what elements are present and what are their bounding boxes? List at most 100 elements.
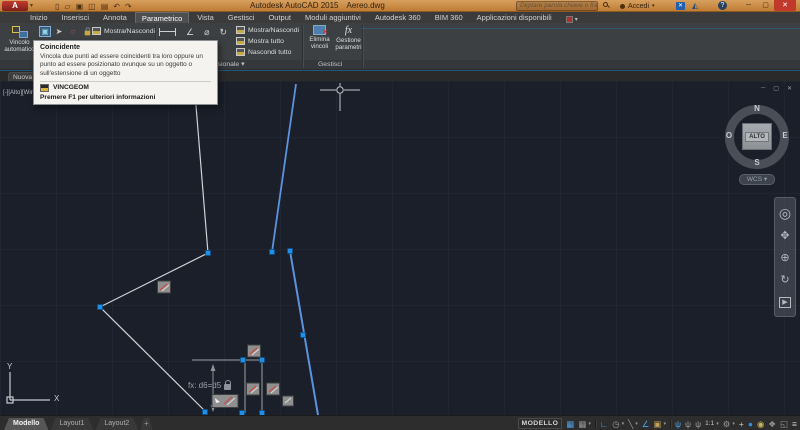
radius-constraint-button[interactable]: ↻ bbox=[220, 28, 228, 37]
tab-moduli-aggiuntivi[interactable]: Moduli aggiuntivi bbox=[299, 12, 367, 23]
tab-parametrico[interactable]: Parametrico bbox=[134, 12, 190, 23]
tooltip-command-row: VINCGEOM bbox=[40, 83, 211, 92]
parallel-constraint-badge[interactable] bbox=[157, 280, 171, 294]
annotation-monitor-icon[interactable]: + bbox=[739, 417, 744, 430]
close-button[interactable]: ✕ bbox=[774, 0, 796, 11]
dim-show-all-button[interactable]: Mostra tutto bbox=[236, 36, 299, 46]
doc-close-icon[interactable]: ✕ bbox=[787, 85, 792, 92]
exchange-apps-icon[interactable]: ✕ bbox=[676, 2, 685, 10]
app-logo[interactable]: A bbox=[2, 1, 28, 11]
polar-tracking-icon[interactable]: ◷ bbox=[612, 417, 619, 430]
grid-icon[interactable]: ▦ bbox=[566, 417, 574, 430]
performance-recorder-icon[interactable]: ▾ bbox=[560, 16, 578, 23]
sign-in-button[interactable]: Accedi ▾ bbox=[620, 0, 655, 12]
minimize-button[interactable]: ─ bbox=[740, 0, 757, 11]
clean-screen-icon[interactable]: ◱ bbox=[780, 417, 788, 430]
tab-autodesk-360[interactable]: Autodesk 360 bbox=[369, 12, 427, 23]
ortho-icon[interactable]: ∟ bbox=[600, 417, 608, 430]
hardware-acceleration-icon[interactable]: ● bbox=[748, 417, 753, 430]
graphics-performance-icon[interactable]: ❖ bbox=[768, 417, 776, 430]
annotation-scale-icon[interactable]: ψ bbox=[695, 417, 701, 430]
dim-show-hide-button[interactable]: Mostra/Nascondi bbox=[236, 25, 299, 35]
search-icon[interactable] bbox=[603, 2, 610, 9]
model-space-button[interactable]: MODELLO bbox=[517, 418, 563, 429]
document-name: Aereo.dwg bbox=[346, 1, 385, 10]
coincident-constraint-button[interactable]: ▣ bbox=[39, 26, 51, 37]
tab-gestisci[interactable]: Gestisci bbox=[222, 12, 261, 23]
panel-separator bbox=[362, 25, 363, 68]
orbit-icon[interactable]: ↻ bbox=[780, 274, 789, 286]
doc-restore-icon[interactable]: ▢ bbox=[773, 85, 779, 92]
tab-bim-360[interactable]: BIM 360 bbox=[429, 12, 469, 23]
constraint-badge-group[interactable] bbox=[211, 394, 239, 408]
snap-icon[interactable]: ▦ bbox=[578, 417, 586, 430]
tab-output[interactable]: Output bbox=[262, 12, 297, 23]
tab-inserisci[interactable]: Inserisci bbox=[56, 12, 96, 23]
showmotion-icon[interactable]: ▶ bbox=[779, 296, 791, 308]
doc-minimize-icon[interactable]: ─ bbox=[761, 85, 765, 92]
tab-layout2[interactable]: Layout2 bbox=[95, 418, 138, 430]
dimensional-display-buttons: Mostra/Nascondi Mostra tutto Nascondi tu… bbox=[236, 25, 299, 58]
viewcube-north[interactable]: N bbox=[750, 104, 764, 113]
pan-icon[interactable]: ✥ bbox=[780, 231, 789, 242]
viewcube-wcs-menu[interactable]: WCS ▾ bbox=[739, 174, 775, 185]
annotation-autoscale-icon[interactable]: ψ bbox=[685, 417, 691, 430]
auto-constrain-button[interactable]: Vincolo automatico bbox=[2, 25, 37, 67]
app-menu-caret-icon[interactable]: ▾ bbox=[30, 2, 33, 9]
workspace-switching-icon[interactable]: ⚙ bbox=[723, 417, 731, 430]
drawing-canvas[interactable]: [-][Alto][Wireframe 2D] ─ ▢ ✕ N O E S AL… bbox=[0, 81, 800, 415]
status-separator bbox=[669, 418, 671, 429]
customization-icon[interactable]: ≡ bbox=[792, 417, 797, 430]
viewcube-west[interactable]: O bbox=[722, 131, 736, 140]
dim-hide-all-button[interactable]: Nascondi tutto bbox=[236, 47, 299, 57]
tab-inizio[interactable]: Inizio bbox=[24, 12, 54, 23]
isometric-drafting-icon[interactable]: ╲ bbox=[628, 417, 633, 430]
new-icon[interactable]: ▯ bbox=[55, 2, 59, 11]
isolate-objects-icon[interactable]: ◉ bbox=[757, 417, 764, 430]
help-icon[interactable]: ? bbox=[718, 1, 727, 10]
viewcube-top-face[interactable]: ALTO bbox=[742, 123, 772, 150]
geometric-show-hide-button[interactable]: Mostra/Nascondi bbox=[92, 27, 155, 35]
save-as-icon[interactable]: ◫ bbox=[88, 2, 96, 11]
tab-applicazioni-disponibili[interactable]: Applicazioni disponibili bbox=[471, 12, 558, 23]
zoom-icon[interactable]: ⊕ bbox=[780, 252, 789, 264]
panel-label-gestisci[interactable]: Gestisci bbox=[318, 61, 342, 68]
annotation-visibility-icon[interactable]: ψ bbox=[675, 417, 681, 430]
selected-line-a[interactable] bbox=[271, 83, 297, 253]
tab-modello[interactable]: Modello bbox=[4, 418, 48, 430]
object-snap-tracking-icon[interactable]: ∠ bbox=[642, 417, 650, 430]
dimensional-constraint-label[interactable]: fx: d6=d5 bbox=[188, 380, 232, 390]
new-layout-button[interactable]: + bbox=[140, 418, 152, 430]
selection-cursor-icon[interactable]: ➤ bbox=[53, 26, 65, 37]
viewcube-south[interactable]: S bbox=[750, 158, 764, 167]
tab-layout1[interactable]: Layout1 bbox=[50, 418, 93, 430]
parallel-constraint-badge[interactable] bbox=[266, 382, 280, 396]
user-icon bbox=[620, 3, 625, 9]
viewcube-east[interactable]: E bbox=[778, 131, 792, 140]
angular-constraint-button[interactable]: ∠ bbox=[186, 28, 194, 37]
open-icon[interactable]: ▱ bbox=[64, 2, 70, 11]
tangent-constraint-button[interactable]: ○ bbox=[67, 26, 79, 37]
white-polyline[interactable] bbox=[98, 81, 209, 414]
parallel-constraint-badge[interactable] bbox=[247, 344, 261, 358]
delete-constraints-button[interactable]: Elimina vincoli bbox=[304, 25, 335, 50]
save-icon[interactable]: ▣ bbox=[76, 2, 84, 11]
window-buttons: ─ ▢ ✕ bbox=[740, 0, 796, 12]
tab-annota[interactable]: Annota bbox=[97, 12, 133, 23]
show-hide-icon bbox=[92, 27, 101, 35]
redo-icon[interactable]: ↷ bbox=[125, 2, 132, 11]
plot-icon[interactable]: ▤ bbox=[101, 2, 109, 11]
annotation-scale-value[interactable]: 1:1 bbox=[705, 417, 714, 430]
object-snap-icon[interactable]: ▣ bbox=[653, 417, 661, 430]
parameters-manager-button[interactable]: fx Gestione parametri bbox=[333, 25, 364, 51]
parallel-constraint-badge[interactable] bbox=[246, 382, 260, 396]
linear-constraint-button[interactable] bbox=[159, 28, 176, 36]
search-input[interactable]: Digitare parola chiave o frase bbox=[516, 1, 598, 11]
navigation-wheel-icon[interactable]: ◎ bbox=[779, 206, 791, 220]
restore-button[interactable]: ▢ bbox=[757, 0, 774, 11]
diameter-constraint-button[interactable]: ⌀ bbox=[204, 28, 209, 37]
coincident-constraint-badge[interactable] bbox=[282, 395, 294, 407]
tab-vista[interactable]: Vista bbox=[191, 12, 220, 23]
autodesk360-icon[interactable]: ◭ bbox=[692, 1, 698, 10]
undo-icon[interactable]: ↶ bbox=[113, 2, 120, 11]
